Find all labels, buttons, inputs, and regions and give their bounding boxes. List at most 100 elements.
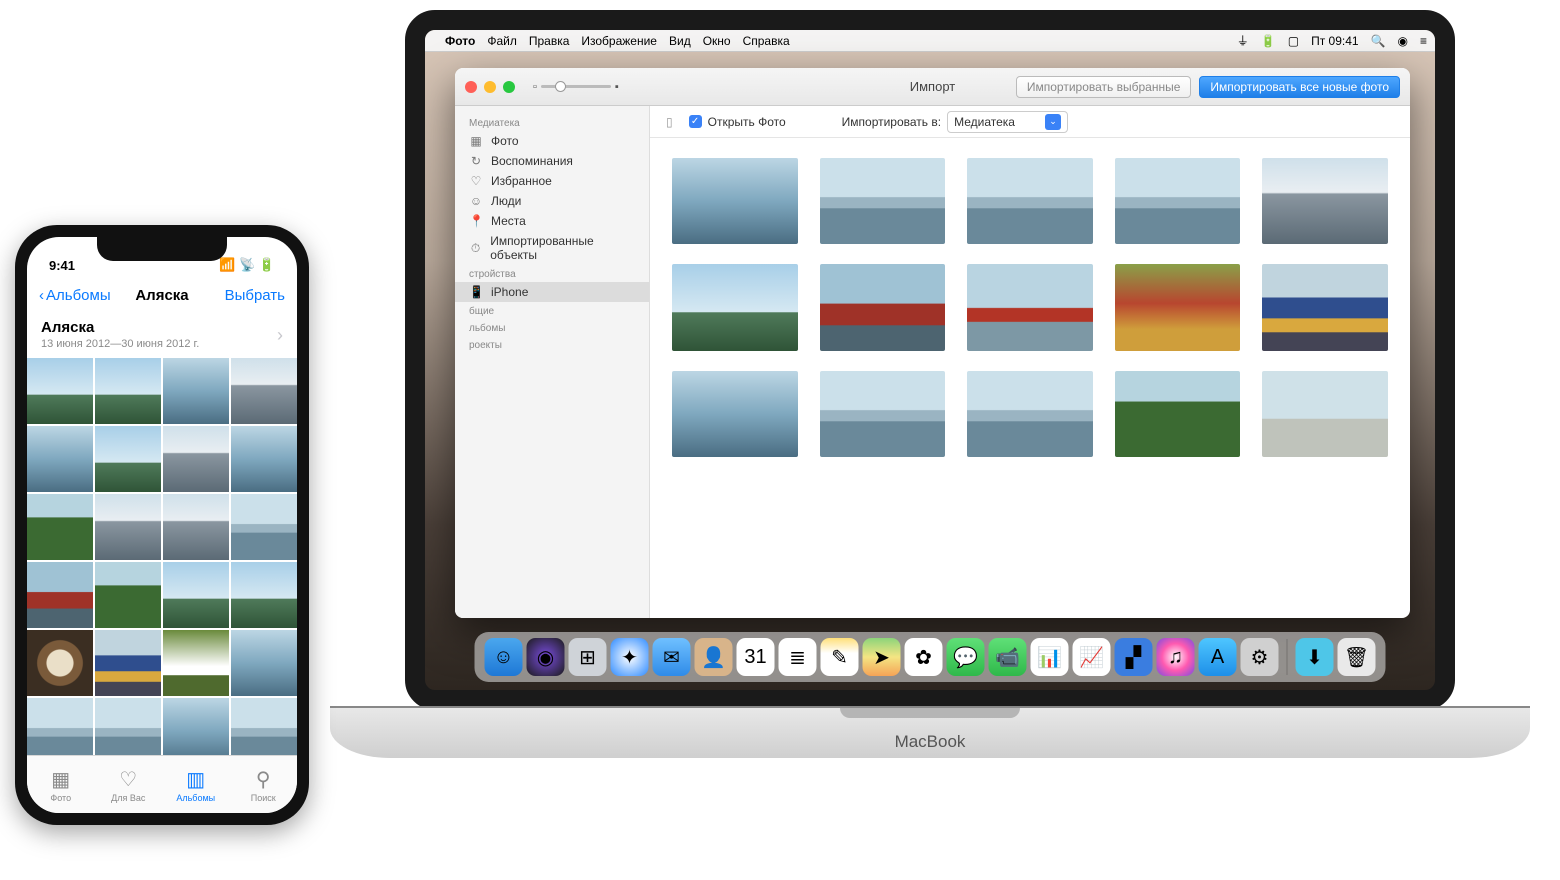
photo-thumbnail[interactable]	[231, 698, 297, 755]
battery-icon[interactable]: 🔋	[1261, 34, 1276, 48]
sidebar-item[interactable]: ♡Избранное	[455, 171, 649, 191]
dock-appstore-icon[interactable]: A	[1199, 638, 1237, 676]
dock-numbers-icon[interactable]: 📈	[1073, 638, 1111, 676]
dock-finder-icon[interactable]: ☺	[485, 638, 523, 676]
menubar-item[interactable]: Правка	[529, 34, 570, 48]
import-all-button[interactable]: Импортировать все новые фото	[1199, 76, 1400, 98]
thumbnail-zoom-slider[interactable]: ▫ ▪	[533, 81, 619, 93]
photo-thumbnail[interactable]	[95, 494, 161, 560]
dock-settings-icon[interactable]: ⚙	[1241, 638, 1279, 676]
import-thumbnail[interactable]	[672, 264, 798, 350]
menubar-item[interactable]: Справка	[743, 34, 790, 48]
dock-photos-icon[interactable]: ✿	[905, 638, 943, 676]
photo-thumbnail[interactable]	[27, 494, 93, 560]
import-thumbnail[interactable]	[1262, 371, 1388, 457]
dock-facetime-icon[interactable]: 📹	[989, 638, 1027, 676]
dock-messages-icon[interactable]: 💬	[947, 638, 985, 676]
photo-grid[interactable]	[27, 358, 297, 755]
import-thumbnail[interactable]	[967, 158, 1093, 244]
menubar-item[interactable]: Файл	[487, 34, 517, 48]
import-thumbnail[interactable]	[820, 371, 946, 457]
open-photos-checkbox[interactable]: ✓	[689, 115, 702, 128]
dock-mail-icon[interactable]: ✉	[653, 638, 691, 676]
dock-itunes-icon[interactable]: ♫	[1157, 638, 1195, 676]
photo-thumbnail[interactable]	[163, 698, 229, 755]
menubar-item[interactable]: Окно	[703, 34, 731, 48]
import-thumbnail[interactable]	[820, 158, 946, 244]
menubar-clock[interactable]: Пт 09:41	[1311, 34, 1358, 48]
zoom-button[interactable]	[503, 81, 515, 93]
photo-thumbnail[interactable]	[27, 426, 93, 492]
select-button[interactable]: Выбрать	[225, 287, 285, 304]
dock-pages-icon[interactable]: 📊	[1031, 638, 1069, 676]
photo-thumbnail[interactable]	[27, 698, 93, 755]
dock-downloads-icon[interactable]: ⬇	[1296, 638, 1334, 676]
sidebar-item[interactable]: ↻Воспоминания	[455, 151, 649, 171]
import-thumbnail[interactable]	[672, 158, 798, 244]
photo-thumbnail[interactable]	[27, 562, 93, 628]
tab-Для Вас[interactable]: ♡Для Вас	[95, 756, 163, 813]
photo-thumbnail[interactable]	[231, 562, 297, 628]
dock-contacts-icon[interactable]: 👤	[695, 638, 733, 676]
dock-trash-icon[interactable]: 🗑	[1338, 638, 1376, 676]
import-thumbnail[interactable]	[1262, 264, 1388, 350]
wifi-icon[interactable]: ⏚	[1237, 32, 1249, 49]
import-thumbnail[interactable]	[672, 371, 798, 457]
photo-thumbnail[interactable]	[163, 358, 229, 424]
sidebar-item[interactable]: ☺Люди	[455, 191, 649, 211]
photo-thumbnail[interactable]	[95, 698, 161, 755]
minimize-button[interactable]	[484, 81, 496, 93]
photo-thumbnail[interactable]	[163, 426, 229, 492]
dock-calendar-icon[interactable]: 31	[737, 638, 775, 676]
dock-maps-icon[interactable]: ➤	[863, 638, 901, 676]
import-destination-select[interactable]: Медиатека ⌄	[947, 111, 1068, 133]
import-thumbnail[interactable]	[820, 264, 946, 350]
photo-thumbnail[interactable]	[231, 494, 297, 560]
dock-keynote-icon[interactable]: ▞	[1115, 638, 1153, 676]
iphone-device: 9:41 📶 📡 🔋 ‹ Альбомы Аляска Выбрать Аляс…	[15, 225, 309, 825]
menubar-item[interactable]: Вид	[669, 34, 691, 48]
import-thumbnail[interactable]	[1115, 371, 1241, 457]
import-thumbnail[interactable]	[967, 371, 1093, 457]
sidebar-item[interactable]: ▦Фото	[455, 131, 649, 151]
tab-Фото[interactable]: ▦Фото	[27, 756, 95, 813]
dock-reminders-icon[interactable]: ≣	[779, 638, 817, 676]
import-thumbnail[interactable]	[967, 264, 1093, 350]
import-selected-button[interactable]: Импортировать выбранные	[1016, 76, 1192, 98]
menubar-app-name[interactable]: Фото	[445, 34, 475, 48]
dock-safari-icon[interactable]: ✦	[611, 638, 649, 676]
photo-thumbnail[interactable]	[95, 358, 161, 424]
notification-center-icon[interactable]: ≡	[1420, 34, 1427, 48]
sidebar-item-iphone[interactable]: 📱 iPhone	[455, 282, 649, 302]
import-thumbnail[interactable]	[1115, 264, 1241, 350]
back-button[interactable]: ‹ Альбомы	[39, 287, 111, 304]
menubar-item[interactable]: Изображение	[581, 34, 657, 48]
photo-thumbnail[interactable]	[27, 630, 93, 696]
photo-thumbnail[interactable]	[231, 630, 297, 696]
photo-thumbnail[interactable]	[95, 426, 161, 492]
import-thumbnail[interactable]	[1115, 158, 1241, 244]
dock-launchpad-icon[interactable]: ⊞	[569, 638, 607, 676]
ios-nav-bar: ‹ Альбомы Аляска Выбрать	[27, 275, 297, 315]
photo-thumbnail[interactable]	[95, 562, 161, 628]
macbook-base: MacBook	[330, 706, 1530, 758]
sidebar-item[interactable]: ⏱Импортированные объекты	[455, 231, 649, 265]
siri-icon[interactable]: ◉	[1398, 34, 1408, 48]
photo-thumbnail[interactable]	[163, 494, 229, 560]
close-button[interactable]	[465, 81, 477, 93]
dock-notes-icon[interactable]: ✎	[821, 638, 859, 676]
sidebar-item[interactable]: 📍Места	[455, 211, 649, 231]
photo-thumbnail[interactable]	[163, 562, 229, 628]
album-header[interactable]: Аляска 13 июня 2012—30 июня 2012 г. ›	[27, 315, 297, 358]
photo-thumbnail[interactable]	[95, 630, 161, 696]
spotlight-icon[interactable]: 🔍	[1371, 34, 1386, 48]
photo-thumbnail[interactable]	[27, 358, 93, 424]
dock-siri-icon[interactable]: ◉	[527, 638, 565, 676]
airplay-icon[interactable]: ▢	[1288, 34, 1299, 48]
tab-Альбомы[interactable]: ▥Альбомы	[162, 756, 230, 813]
photo-thumbnail[interactable]	[231, 426, 297, 492]
photo-thumbnail[interactable]	[163, 630, 229, 696]
tab-Поиск[interactable]: ⚲Поиск	[230, 756, 298, 813]
import-thumbnail[interactable]	[1262, 158, 1388, 244]
photo-thumbnail[interactable]	[231, 358, 297, 424]
